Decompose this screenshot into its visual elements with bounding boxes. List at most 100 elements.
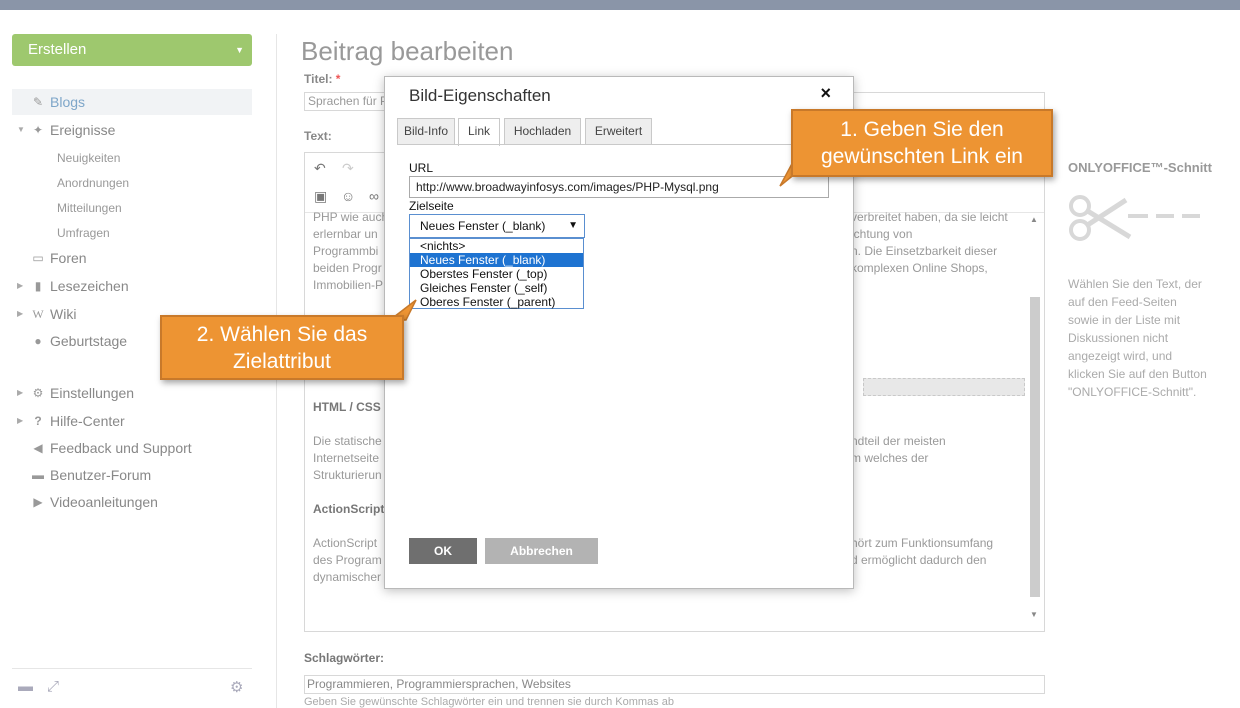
scrollbar-thumb[interactable] <box>1030 297 1040 597</box>
link-icon[interactable]: ∞ <box>369 188 379 204</box>
sidebar-item-lesezeichen[interactable]: ▶ ▮ Lesezeichen <box>12 273 252 299</box>
scroll-up-icon[interactable]: ▲ <box>1030 215 1038 224</box>
callout-text: gewünschten Link ein <box>821 145 1023 168</box>
expand-icon[interactable]: ⤢ <box>47 678 59 695</box>
heading-actionscript: ActionScript <box>313 502 385 516</box>
sidebar-item-label: Einstellungen <box>50 385 135 401</box>
sidebar-item-label: Feedback und Support <box>50 440 192 456</box>
sidebar-item-label: Geburtstage <box>50 333 128 349</box>
dialog-title: Bild-Eigenschaften <box>409 86 551 105</box>
tab-link[interactable]: Link <box>458 118 500 146</box>
bookmark-icon: ▮ <box>34 279 42 293</box>
text-line: n. Die Einsetzbarkeit dieser <box>851 244 998 258</box>
text-line: Immobilien-P <box>313 278 384 292</box>
sidebar-item-label: Benutzer-Forum <box>50 467 152 483</box>
sidebar-item-videoanleitungen[interactable]: ▶ Videoanleitungen <box>12 489 252 515</box>
sidebar-item-ereignisse[interactable]: ▼ ✦ Ereignisse <box>12 117 252 143</box>
tab-bild-info[interactable]: Bild-Info <box>397 118 455 144</box>
option-self[interactable]: Gleiches Fenster (_self) <box>410 281 583 295</box>
create-button[interactable]: Erstellen ▼ <box>12 34 252 66</box>
page-title: Beitrag bearbeiten <box>301 36 514 66</box>
sidebar-item-hilfe-center[interactable]: ▶ ? Hilfe-Center <box>12 408 252 434</box>
image-icon[interactable]: ▣ <box>314 188 327 205</box>
text-line: ichtung von <box>851 227 913 241</box>
title-label-text: Titel: <box>304 72 333 86</box>
top-bar <box>0 0 1240 10</box>
tab-hochladen[interactable]: Hochladen <box>504 118 581 144</box>
sidebar-divider <box>12 668 252 669</box>
scroll-down-icon[interactable]: ▼ <box>1030 610 1038 619</box>
sidebar-subitem-anordnungen[interactable]: Anordnungen <box>57 175 129 191</box>
chevron-down-icon[interactable]: ▼ <box>17 117 25 143</box>
text-line: beiden Progr <box>313 261 382 275</box>
text-line: des Program <box>313 553 382 567</box>
scissors-icon[interactable] <box>1068 192 1203 244</box>
text-line: ActionScript <box>313 536 378 550</box>
text-line: erlernbar un <box>313 227 378 241</box>
target-selected-value: Neues Fenster (_blank) <box>420 219 546 233</box>
text-line: Strukturierun <box>313 468 382 482</box>
ok-button[interactable]: OK <box>409 538 477 564</box>
target-label: Zielseite <box>409 199 454 213</box>
sidebar-item-einstellungen[interactable]: ▶ ⚙ Einstellungen <box>12 380 252 406</box>
text-line: ndteil der meisten <box>851 434 946 448</box>
sidebar-item-foren[interactable]: ▭ Foren <box>12 245 252 271</box>
onlyoffice-cut-description: Wählen Sie den Text, der auf den Feed-Se… <box>1068 277 1207 399</box>
sidebar-item-label: Wiki <box>50 306 77 322</box>
url-input[interactable]: http://www.broadwayinfosys.com/images/PH… <box>409 176 829 198</box>
option-nichts[interactable]: <nichts> <box>410 239 583 253</box>
option-parent[interactable]: Oberes Fenster (_parent) <box>410 295 583 309</box>
chevron-right-icon[interactable]: ▶ <box>17 301 23 327</box>
option-blank[interactable]: Neues Fenster (_blank) <box>410 253 583 267</box>
callout-text: 1. Geben Sie den <box>840 118 1004 141</box>
sidebar-item-label: Lesezeichen <box>50 278 129 294</box>
chevron-right-icon[interactable]: ▶ <box>17 408 23 434</box>
sidebar-item-feedback[interactable]: ◀ Feedback und Support <box>12 435 252 461</box>
smiley-icon[interactable]: ☺ <box>341 188 355 204</box>
text-line: dynamischer <box>313 570 382 584</box>
sidebar-subitem-mitteilungen[interactable]: Mitteilungen <box>57 200 122 216</box>
sidebar-item-label: Hilfe-Center <box>50 413 125 429</box>
editor-scrollbar[interactable]: ▲ ▼ <box>1028 213 1042 619</box>
option-top[interactable]: Oberstes Fenster (_top) <box>410 267 583 281</box>
redo-icon[interactable]: ↷ <box>342 160 354 177</box>
tab-erweitert[interactable]: Erweitert <box>585 118 652 144</box>
text-line: hört zum Funktionsumfang <box>851 536 994 550</box>
sidebar-item-label: Ereignisse <box>50 122 116 138</box>
required-mark: * <box>335 72 341 86</box>
sidebar-item-label: Videoanleitungen <box>50 494 158 510</box>
callout-step-2: 2. Wählen Sie das Zielattribut <box>160 315 404 380</box>
cancel-button[interactable]: Abbrechen <box>485 538 598 564</box>
target-select[interactable]: Neues Fenster (_blank) ▼ <box>409 214 585 238</box>
p1-right: verbreitet haben, da sie leicht ichtung … <box>851 209 1021 277</box>
chevron-down-icon[interactable]: ▼ <box>568 215 578 237</box>
sidebar-subitem-neuigkeiten[interactable]: Neuigkeiten <box>57 150 120 166</box>
target-options-list: <nichts> Neues Fenster (_blank) Oberstes… <box>409 238 584 309</box>
text-line: Die statische <box>313 434 382 448</box>
chat-icon[interactable]: ▬ <box>18 678 33 695</box>
page-break <box>863 378 1025 396</box>
chevron-right-icon[interactable]: ▶ <box>17 380 23 406</box>
heading-html-css: HTML / CSS <box>313 400 381 414</box>
tags-input[interactable]: Programmieren, Programmiersprachen, Webs… <box>304 675 1045 694</box>
p2-left: Die statische Internetseite Strukturieru… <box>313 433 393 484</box>
gear-icon[interactable]: ⚙ <box>230 678 243 696</box>
url-label: URL <box>409 161 434 175</box>
undo-icon[interactable]: ↶ <box>314 160 326 177</box>
callout-text: 2. Wählen Sie das <box>196 323 368 346</box>
speech-icon: ▬ <box>32 468 44 482</box>
chevron-down-icon[interactable]: ▼ <box>235 34 244 66</box>
text-line: Programmbi <box>313 244 379 258</box>
close-icon[interactable]: × <box>820 83 831 104</box>
sidebar-item-label: Blogs <box>50 94 86 110</box>
pin-icon: ✦ <box>32 123 44 137</box>
tabs-divider <box>397 144 841 145</box>
text-label: Text: <box>304 129 332 143</box>
title-label: Titel: * <box>304 72 340 86</box>
sidebar-item-blogs[interactable]: ✎ Blogs <box>12 89 252 115</box>
sidebar-item-benutzer-forum[interactable]: ▬ Benutzer-Forum <box>12 462 252 488</box>
chevron-right-icon[interactable]: ▶ <box>17 273 23 299</box>
people-icon: ● <box>34 334 42 348</box>
sidebar-subitem-umfragen[interactable]: Umfragen <box>57 225 110 241</box>
gear-icon: ⚙ <box>32 386 44 400</box>
